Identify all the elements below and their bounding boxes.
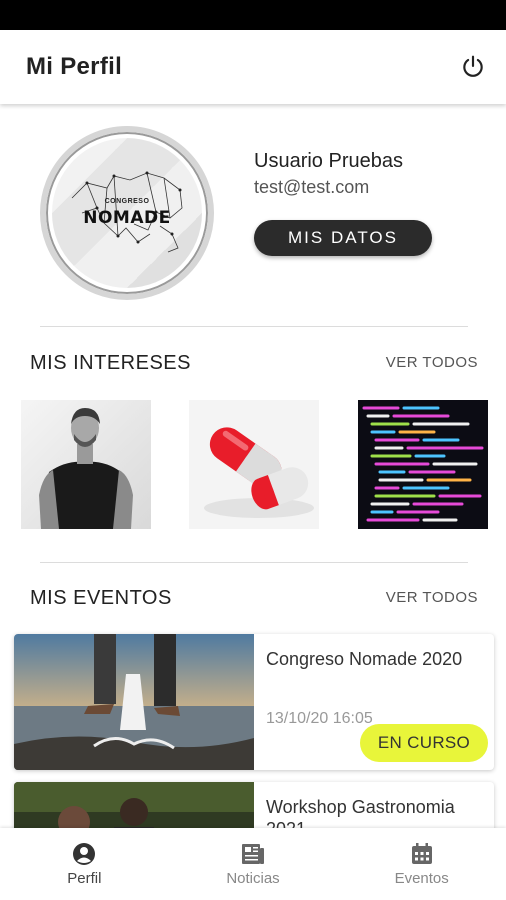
nav-label: Eventos	[394, 869, 449, 887]
user-name: Usuario Pruebas	[254, 150, 403, 172]
interests-title: MIS INTERESES	[30, 352, 191, 374]
user-email: test@test.com	[254, 177, 370, 197]
events-see-all-link[interactable]: VER TODOS	[386, 589, 478, 606]
profile-section: CONGRESO NOMADE Usuario Pruebas test@tes…	[0, 104, 506, 314]
events-title: MIS EVENTOS	[30, 587, 172, 609]
page-title: Mi Perfil	[26, 53, 123, 80]
power-icon[interactable]	[458, 52, 488, 82]
mis-datos-button[interactable]: MIS DATOS	[254, 220, 432, 256]
nav-item-noticias[interactable]: Noticias	[169, 828, 338, 900]
calendar-icon	[411, 842, 432, 864]
nav-item-eventos[interactable]: Eventos	[337, 828, 506, 900]
divider	[40, 326, 468, 327]
event-card[interactable]: Congreso Nomade 2020 13/10/20 16:05 EN C…	[14, 634, 494, 770]
avatar-background: CONGRESO NOMADE	[52, 138, 202, 288]
nav-label: Noticias	[226, 869, 280, 887]
logo-title: NOMADE	[83, 208, 171, 228]
interest-card-portrait[interactable]	[21, 400, 151, 529]
main-content[interactable]: CONGRESO NOMADE Usuario Pruebas test@tes…	[0, 104, 506, 828]
bottom-navigation: Perfil Noticias Eventos	[0, 828, 506, 900]
interest-card-pill[interactable]	[189, 400, 319, 529]
event-title: Workshop Gastronomia 2021	[266, 797, 455, 828]
interest-card-code[interactable]	[358, 400, 488, 529]
event-date: 13/10/20 16:05	[266, 710, 373, 727]
news-icon	[242, 843, 264, 864]
event-image	[14, 782, 254, 828]
nav-label: Perfil	[67, 869, 102, 887]
interests-see-all-link[interactable]: VER TODOS	[386, 354, 478, 371]
event-title: Congreso Nomade 2020	[266, 649, 463, 669]
avatar: CONGRESO NOMADE	[40, 126, 214, 300]
logo-subtitle: CONGRESO	[104, 198, 150, 205]
nav-item-perfil[interactable]: Perfil	[0, 828, 169, 900]
event-image	[14, 634, 254, 770]
app-header: Mi Perfil	[0, 30, 506, 104]
divider	[40, 562, 468, 563]
person-icon	[73, 842, 96, 865]
event-status-badge: EN CURSO	[360, 724, 488, 762]
status-bar	[0, 0, 506, 30]
event-card[interactable]: Workshop Gastronomia 2021	[14, 782, 494, 828]
